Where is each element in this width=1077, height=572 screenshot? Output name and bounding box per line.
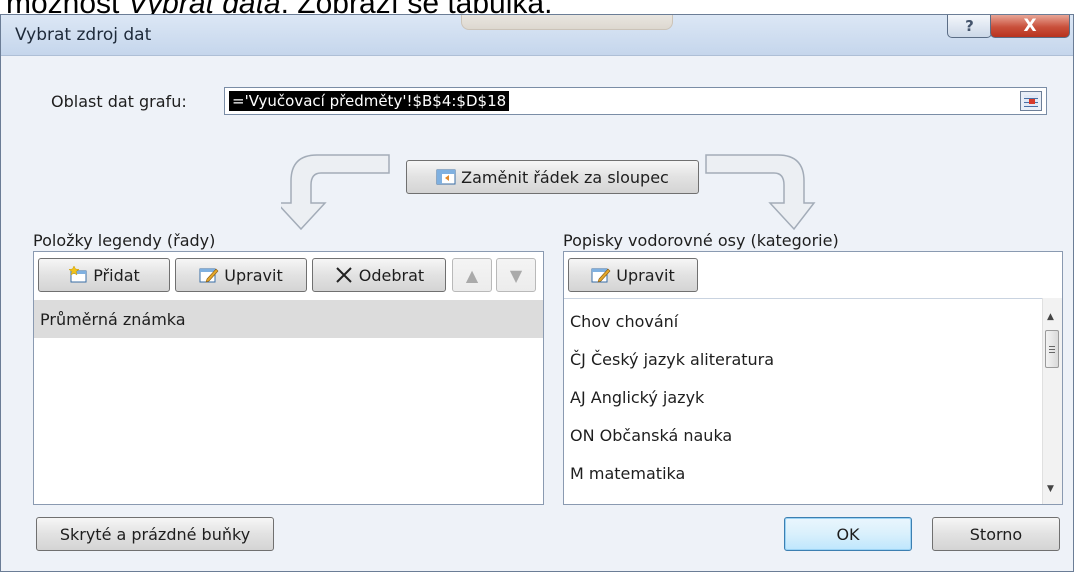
switch-row-column-button[interactable]: Zaměnit řádek za sloupec xyxy=(406,160,699,194)
collapse-dialog-icon[interactable] xyxy=(1020,91,1042,111)
remove-series-label: Odebrat xyxy=(358,265,425,285)
scroll-up-icon[interactable]: ▲ xyxy=(1047,312,1054,322)
ok-button[interactable]: OK xyxy=(784,517,912,551)
add-series-label: Přidat xyxy=(93,265,140,285)
remove-series-button[interactable]: Odebrat xyxy=(312,258,446,292)
axis-list-item[interactable]: M matematika xyxy=(564,454,1062,492)
help-button[interactable]: ? xyxy=(947,15,992,38)
remove-x-icon xyxy=(334,266,354,284)
legend-entries-heading: Položky legendy (řady) xyxy=(33,231,216,250)
legend-toolbar: Přidat Upravit Odebrat ▲ ▼ xyxy=(34,252,543,298)
axis-list-item[interactable]: ČJ Český jazyk aliteratura xyxy=(564,340,1062,378)
curved-arrow-left-icon xyxy=(281,154,390,231)
edit-series-label: Upravit xyxy=(224,265,283,285)
edit-axis-labels-label: Upravit xyxy=(616,265,675,285)
dialog-title: Vybrat zdroj dat xyxy=(15,25,152,45)
edit-icon xyxy=(199,266,219,284)
chart-range-value: ='Vyučovací předměty'!$B$4:$D$18 xyxy=(229,91,510,111)
edit-series-button[interactable]: Upravit xyxy=(175,258,307,292)
close-button[interactable]: X xyxy=(990,15,1070,38)
axis-labels-panel: Upravit Chov chování ČJ Český jazyk alit… xyxy=(563,251,1063,505)
axis-list-item[interactable]: ON Občanská nauka xyxy=(564,416,1062,454)
add-series-button[interactable]: Přidat xyxy=(38,258,170,292)
switch-row-column-label: Zaměnit řádek za sloupec xyxy=(461,167,669,187)
legend-list-item[interactable]: Průměrná známka xyxy=(34,300,543,338)
legend-entries-panel: Přidat Upravit Odebrat ▲ ▼ Průměrná znám… xyxy=(33,251,544,505)
switch-row-column-icon xyxy=(436,168,456,186)
axis-list-item[interactable]: Chov chování xyxy=(564,302,1062,340)
move-down-icon: ▼ xyxy=(509,265,523,285)
axis-list-item[interactable]: AJ Anglický jazyk xyxy=(564,378,1062,416)
edit-axis-labels-button[interactable]: Upravit xyxy=(568,258,698,292)
chart-range-input[interactable]: ='Vyučovací předměty'!$B$4:$D$18 xyxy=(224,87,1047,115)
scroll-thumb[interactable] xyxy=(1045,330,1059,368)
title-glow xyxy=(461,15,673,30)
curved-arrow-right-icon xyxy=(705,154,816,231)
edit-icon xyxy=(591,266,611,284)
axis-toolbar: Upravit xyxy=(564,252,1062,298)
cancel-button[interactable]: Storno xyxy=(932,517,1060,551)
move-up-button[interactable]: ▲ xyxy=(452,258,492,292)
axis-labels-heading: Popisky vodorovné osy (kategorie) xyxy=(563,231,839,250)
select-data-source-dialog: Vybrat zdroj dat ? X Oblast dat grafu: =… xyxy=(0,14,1074,572)
scroll-down-icon[interactable]: ▼ xyxy=(1047,484,1054,494)
chart-range-label: Oblast dat grafu: xyxy=(51,92,187,111)
axis-list-scrollbar[interactable]: ▲ ▼ xyxy=(1042,298,1062,504)
hidden-empty-cells-button[interactable]: Skryté a prázdné buňky xyxy=(36,517,274,551)
move-up-icon: ▲ xyxy=(465,265,479,285)
move-down-button[interactable]: ▼ xyxy=(496,258,536,292)
add-series-icon xyxy=(68,265,88,284)
title-bar[interactable]: Vybrat zdroj dat ? X xyxy=(1,15,1073,56)
